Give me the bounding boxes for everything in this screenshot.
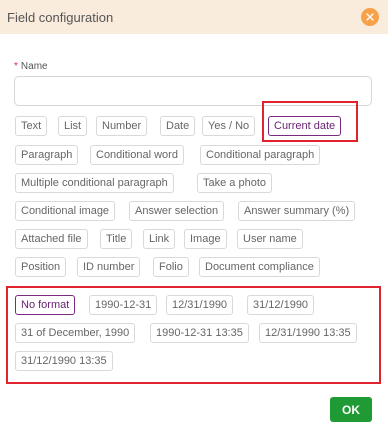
date-format-iso-time[interactable]: 1990-12-31 13:35 [150,323,249,343]
field-type-yes-no[interactable]: Yes / No [202,116,256,136]
date-format-eu[interactable]: 31/12/1990 [247,295,315,315]
field-type-current-date[interactable]: Current date [268,116,342,136]
dialog-header: Field configuration [0,0,388,34]
field-type-text[interactable]: Text [15,116,48,136]
close-icon [366,13,374,21]
date-format-long[interactable]: 31 of December, 1990 [15,323,136,343]
field-type-number[interactable]: Number [96,116,148,136]
name-label-text: Name [20,61,48,72]
field-type-paragraph[interactable]: Paragraph [15,145,79,165]
field-type-multiple-conditional-paragraph[interactable]: Multiple conditional paragraph [15,173,174,193]
field-type-answer-summary[interactable]: Answer summary (%) [238,201,356,221]
field-type-document-compliance[interactable]: Document compliance [199,257,320,277]
date-format-us[interactable]: 12/31/1990 [166,295,234,315]
field-type-conditional-image[interactable]: Conditional image [15,201,116,221]
field-type-attached-file[interactable]: Attached file [15,229,88,249]
field-type-take-a-photo[interactable]: Take a photo [197,173,272,193]
name-label: * Name [14,61,48,72]
field-type-list[interactable]: List [58,116,88,136]
field-type-title[interactable]: Title [100,229,133,249]
field-type-id-number[interactable]: ID number [77,257,141,277]
field-type-folio[interactable]: Folio [153,257,189,277]
field-type-user-name[interactable]: User name [237,229,303,249]
dialog-title: Field configuration [7,10,114,25]
name-input[interactable] [14,76,372,106]
required-mark: * [14,61,18,72]
close-button[interactable] [361,8,379,26]
ok-button[interactable]: OK [330,397,372,422]
field-type-date[interactable]: Date [160,116,196,136]
field-type-conditional-paragraph[interactable]: Conditional paragraph [200,145,321,165]
date-format-iso[interactable]: 1990-12-31 [89,295,158,315]
date-format-us-time[interactable]: 12/31/1990 13:35 [259,323,357,343]
date-format-no-format[interactable]: No format [15,295,76,315]
field-type-image[interactable]: Image [184,229,227,249]
field-type-position[interactable]: Position [15,257,67,277]
field-type-answer-selection[interactable]: Answer selection [129,201,225,221]
field-type-link[interactable]: Link [143,229,176,249]
date-format-eu-time[interactable]: 31/12/1990 13:35 [15,351,113,371]
field-type-conditional-word[interactable]: Conditional word [90,145,184,165]
